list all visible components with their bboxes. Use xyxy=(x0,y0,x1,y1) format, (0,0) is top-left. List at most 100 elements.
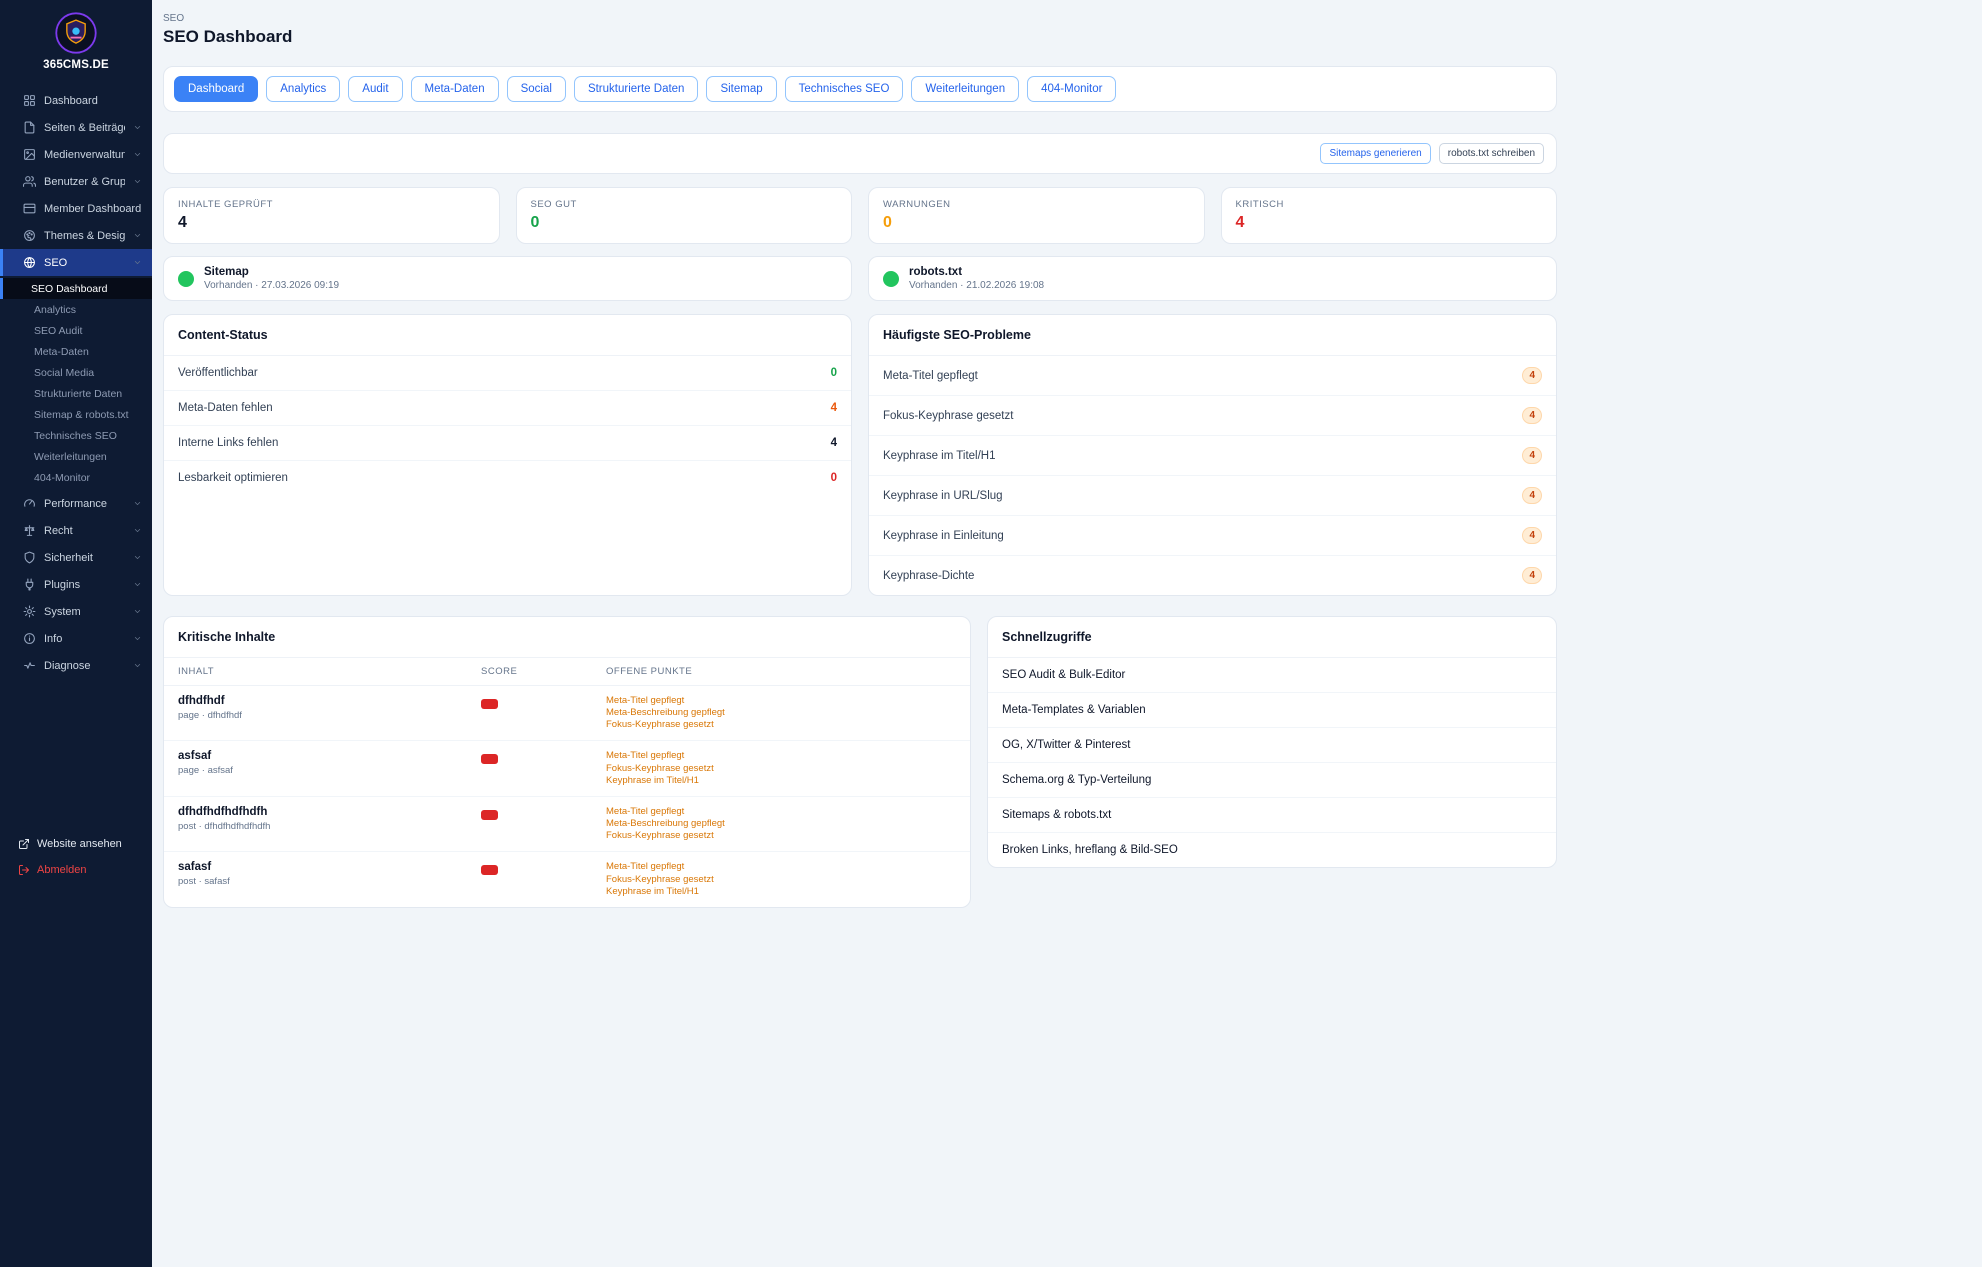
content-status-row: Lesbarkeit optimieren0 xyxy=(164,461,851,495)
sitemaps-generieren-button[interactable]: Sitemaps generieren xyxy=(1320,143,1430,164)
row-label: Keyphrase in Einleitung xyxy=(883,530,1004,542)
quick-link-schema-org-typ-verteilung[interactable]: Schema.org & Typ-Verteilung xyxy=(988,763,1556,798)
tab-sitemap[interactable]: Sitemap xyxy=(706,76,776,102)
sidebar-item-label: Themes & Design xyxy=(44,230,125,242)
critical-content-rows: dfhdfhdfpage · dfhdfhdf Meta-Titel gepfle… xyxy=(164,686,970,907)
sidebar-item-plugins[interactable]: Plugins xyxy=(0,571,152,598)
score-badge xyxy=(481,865,498,875)
info-icon xyxy=(23,632,36,645)
count-badge: 4 xyxy=(1522,567,1542,584)
count-badge: 4 xyxy=(1522,407,1542,424)
sidebar-item-medienverwaltung[interactable]: Medienverwaltung xyxy=(0,141,152,168)
performance-icon xyxy=(23,497,36,510)
sidebar-subitem-analytics[interactable]: Analytics xyxy=(0,299,152,320)
quick-link-meta-templates-variablen[interactable]: Meta-Templates & Variablen xyxy=(988,693,1556,728)
users-icon xyxy=(23,175,36,188)
tab-technisches-seo[interactable]: Technisches SEO xyxy=(785,76,904,102)
quick-link-broken-links-hreflang-bild-seo[interactable]: Broken Links, hreflang & Bild-SEO xyxy=(988,833,1556,867)
sidebar-item-info[interactable]: Info xyxy=(0,625,152,652)
toolbar: Sitemaps generieren robots.txt schreiben xyxy=(163,133,1557,174)
sidebar-item-system[interactable]: System xyxy=(0,598,152,625)
table-row: dfhdfhdfhdfhdfhpost · dfhdfhdfhdfhdfh Met… xyxy=(164,797,970,852)
sidebar-subitem-technisches-seo[interactable]: Technisches SEO xyxy=(0,425,152,446)
sidebar-item-seo[interactable]: SEO xyxy=(0,249,152,276)
sidebar-subitem-seo-audit[interactable]: SEO Audit xyxy=(0,320,152,341)
row-label: Veröffentlichbar xyxy=(178,367,258,379)
sidebar-item-performance[interactable]: Performance xyxy=(0,490,152,517)
row-value: 4 xyxy=(831,437,837,449)
tab-social[interactable]: Social xyxy=(507,76,566,102)
status-subtitle: Vorhanden · 21.02.2026 19:08 xyxy=(909,280,1044,291)
critical-content-panel: Kritische Inhalte INHALTSCOREOFFENE PUNK… xyxy=(163,616,971,908)
issue-item: Fokus-Keyphrase gesetzt xyxy=(606,874,956,886)
tab-meta-daten[interactable]: Meta-Daten xyxy=(411,76,499,102)
sidebar-item-label: Sicherheit xyxy=(44,552,125,564)
sidebar-footer: Website ansehenAbmelden xyxy=(0,831,152,903)
status-row: SitemapVorhanden · 27.03.2026 09:19robot… xyxy=(163,256,1557,301)
sidebar-subitem-strukturierte-daten[interactable]: Strukturierte Daten xyxy=(0,383,152,404)
row-label: Interne Links fehlen xyxy=(178,437,278,449)
score-cell xyxy=(481,750,606,769)
sidebar-item-label: System xyxy=(44,606,125,618)
sidebar-item-label: Recht xyxy=(44,525,125,537)
status-dot xyxy=(178,271,194,287)
robots-txt-schreiben-button[interactable]: robots.txt schreiben xyxy=(1439,143,1544,164)
issues-cell: Meta-Titel gepflegtMeta-Beschreibung gep… xyxy=(606,806,956,842)
count-badge: 4 xyxy=(1522,527,1542,544)
sidebar-item-recht[interactable]: Recht xyxy=(0,517,152,544)
seo-problem-row: Keyphrase-Dichte4 xyxy=(869,556,1556,595)
tab-404-monitor[interactable]: 404-Monitor xyxy=(1027,76,1116,102)
quick-link-seo-audit-bulk-editor[interactable]: SEO Audit & Bulk-Editor xyxy=(988,658,1556,693)
content-title[interactable]: dfhdfhdfhdfhdfh xyxy=(178,806,481,818)
sidebar-item-diagnose[interactable]: Diagnose xyxy=(0,652,152,679)
status-card-robots-txt: robots.txtVorhanden · 21.02.2026 19:08 xyxy=(868,256,1557,301)
sidebar-item-benutzer-gruppen[interactable]: Benutzer & Gruppen xyxy=(0,168,152,195)
sidebar-nav: Dashboard Seiten & BeiträgeMedienverwaltu… xyxy=(0,75,152,679)
sidebar-subitem-weiterleitungen[interactable]: Weiterleitungen xyxy=(0,446,152,467)
sidebar-item-label: SEO xyxy=(44,257,125,269)
sidebar-item-member-dashboard[interactable]: Member Dashboard xyxy=(0,195,152,222)
quick-link-og-x-twitter-pinterest[interactable]: OG, X/Twitter & Pinterest xyxy=(988,728,1556,763)
sidebar-item-seiten-beitr-ge[interactable]: Seiten & Beiträge xyxy=(0,114,152,141)
pages-icon xyxy=(23,121,36,134)
stat-label: WARNUNGEN xyxy=(883,199,1190,210)
quick-link-sitemaps-robots-txt[interactable]: Sitemaps & robots.txt xyxy=(988,798,1556,833)
sidebar-item-themes-design[interactable]: Themes & Design xyxy=(0,222,152,249)
critical-content-title: Kritische Inhalte xyxy=(164,617,970,658)
issue-item: Meta-Titel gepflegt xyxy=(606,750,956,762)
content-cell: dfhdfhdfhdfhdfhpost · dfhdfhdfhdfhdfh xyxy=(178,806,481,832)
sidebar-item-sicherheit[interactable]: Sicherheit xyxy=(0,544,152,571)
content-cell: asfsafpage · asfsaf xyxy=(178,750,481,776)
sidebar-subitem-meta-daten[interactable]: Meta-Daten xyxy=(0,341,152,362)
tab-analytics[interactable]: Analytics xyxy=(266,76,340,102)
sidebar-item-label: Member Dashboard xyxy=(44,203,142,215)
row-label: Keyphrase im Titel/H1 xyxy=(883,450,996,462)
sidebar-link-abmelden[interactable]: Abmelden xyxy=(0,857,152,883)
sidebar-subitem-404-monitor[interactable]: 404-Monitor xyxy=(0,467,152,488)
tab-weiterleitungen[interactable]: Weiterleitungen xyxy=(911,76,1019,102)
sidebar-subitem-sitemap-robots-txt[interactable]: Sitemap & robots.txt xyxy=(0,404,152,425)
content-cell: dfhdfhdfpage · dfhdfhdf xyxy=(178,695,481,721)
sidebar-item-dashboard[interactable]: Dashboard xyxy=(0,87,152,114)
column-header-offene-punkte: OFFENE PUNKTE xyxy=(606,666,956,677)
sidebar-subitem-seo-dashboard[interactable]: SEO Dashboard xyxy=(0,278,152,299)
score-badge xyxy=(481,754,498,764)
tab-dashboard[interactable]: Dashboard xyxy=(174,76,258,102)
table-header-row: INHALTSCOREOFFENE PUNKTE xyxy=(164,658,970,686)
chevron-down-icon xyxy=(133,150,142,159)
tab-strukturierte-daten[interactable]: Strukturierte Daten xyxy=(574,76,699,102)
issue-item: Meta-Beschreibung gepflegt xyxy=(606,818,956,830)
table-row: asfsafpage · asfsaf Meta-Titel gepflegtFo… xyxy=(164,741,970,796)
tab-audit[interactable]: Audit xyxy=(348,76,402,102)
seo-problems-rows: Meta-Titel gepflegt4Fokus-Keyphrase gese… xyxy=(869,356,1556,595)
content-title[interactable]: asfsaf xyxy=(178,750,481,762)
content-title[interactable]: safasf xyxy=(178,861,481,873)
sidebar-subitem-social-media[interactable]: Social Media xyxy=(0,362,152,383)
score-badge xyxy=(481,810,498,820)
sidebar-link-website-ansehen[interactable]: Website ansehen xyxy=(0,831,152,857)
issues-cell: Meta-Titel gepflegtFokus-Keyphrase geset… xyxy=(606,750,956,786)
sidebar-item-label: Dashboard xyxy=(44,95,142,107)
seo-problem-row: Keyphrase in Einleitung 4 xyxy=(869,516,1556,556)
content-title[interactable]: dfhdfhdf xyxy=(178,695,481,707)
logo: 365CMS.DE xyxy=(0,0,152,75)
